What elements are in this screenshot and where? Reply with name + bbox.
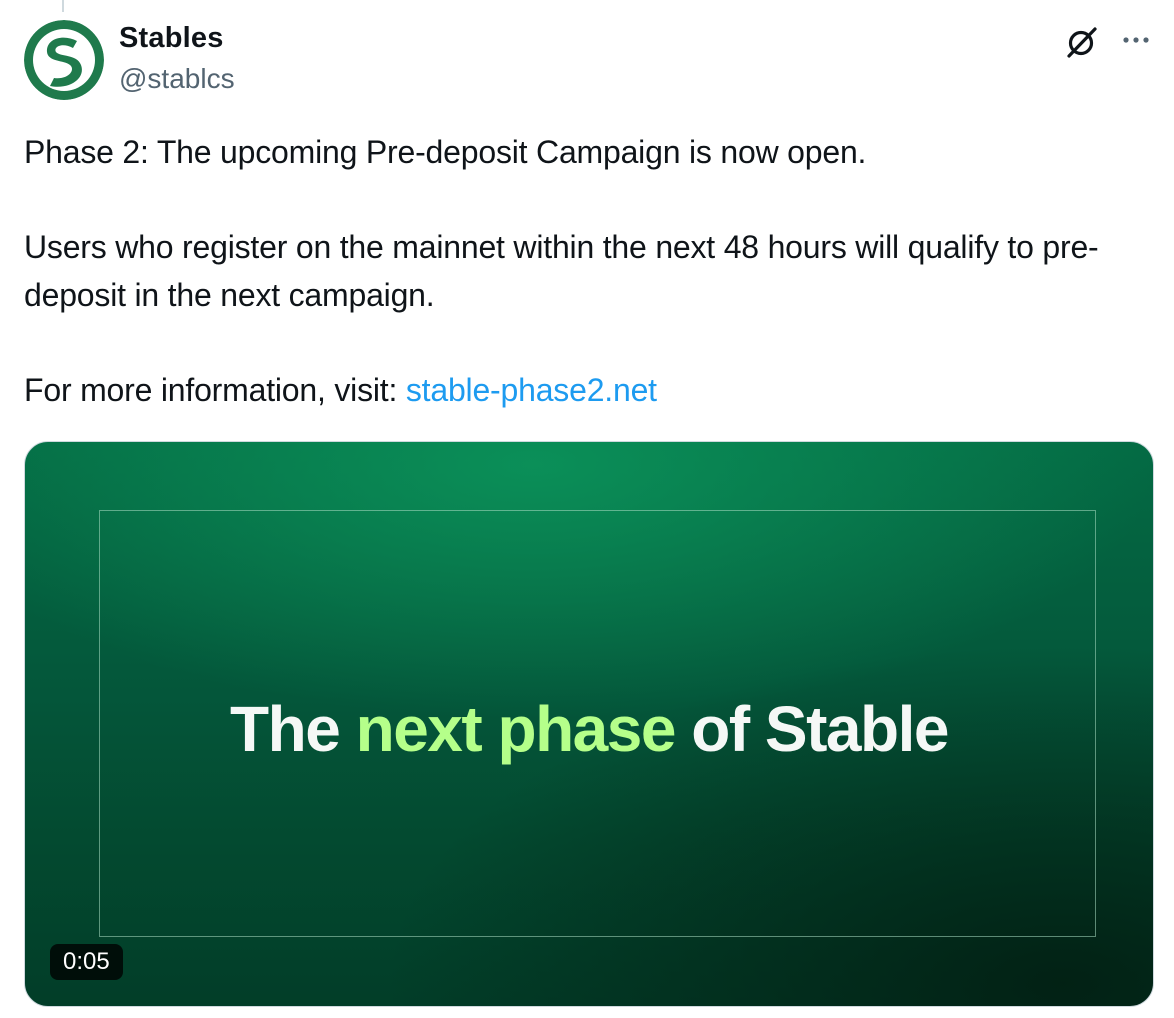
author-handle[interactable]: @stablcs bbox=[119, 63, 235, 95]
stables-logo-icon bbox=[24, 20, 104, 100]
tweet-text: Phase 2: The upcoming Pre-deposit Campai… bbox=[24, 128, 1149, 414]
author-display-name[interactable]: Stables bbox=[119, 22, 224, 55]
grok-icon[interactable] bbox=[1064, 24, 1100, 60]
video-headline-accent: next phase bbox=[355, 693, 677, 765]
tweet-line-info: For more information, visit: stable-phas… bbox=[24, 366, 1149, 414]
video-media-card[interactable]: The next phase of Stable 0:05 bbox=[24, 441, 1154, 1007]
avatar[interactable] bbox=[24, 20, 104, 100]
video-duration-badge: 0:05 bbox=[50, 944, 123, 980]
video-headline-part1: The bbox=[230, 693, 356, 765]
thread-connector-line bbox=[62, 0, 64, 12]
tweet-info-prefix: For more information, visit: bbox=[24, 372, 406, 408]
tweet-line-details: Users who register on the mainnet within… bbox=[24, 229, 1099, 313]
video-headline: The next phase of Stable bbox=[25, 692, 1153, 766]
more-options-icon[interactable] bbox=[1118, 26, 1154, 54]
tweet-line-announcement: Phase 2: The upcoming Pre-deposit Campai… bbox=[24, 134, 867, 170]
video-headline-part2: of Stable bbox=[674, 693, 949, 765]
tweet-link[interactable]: stable-phase2.net bbox=[406, 372, 657, 408]
